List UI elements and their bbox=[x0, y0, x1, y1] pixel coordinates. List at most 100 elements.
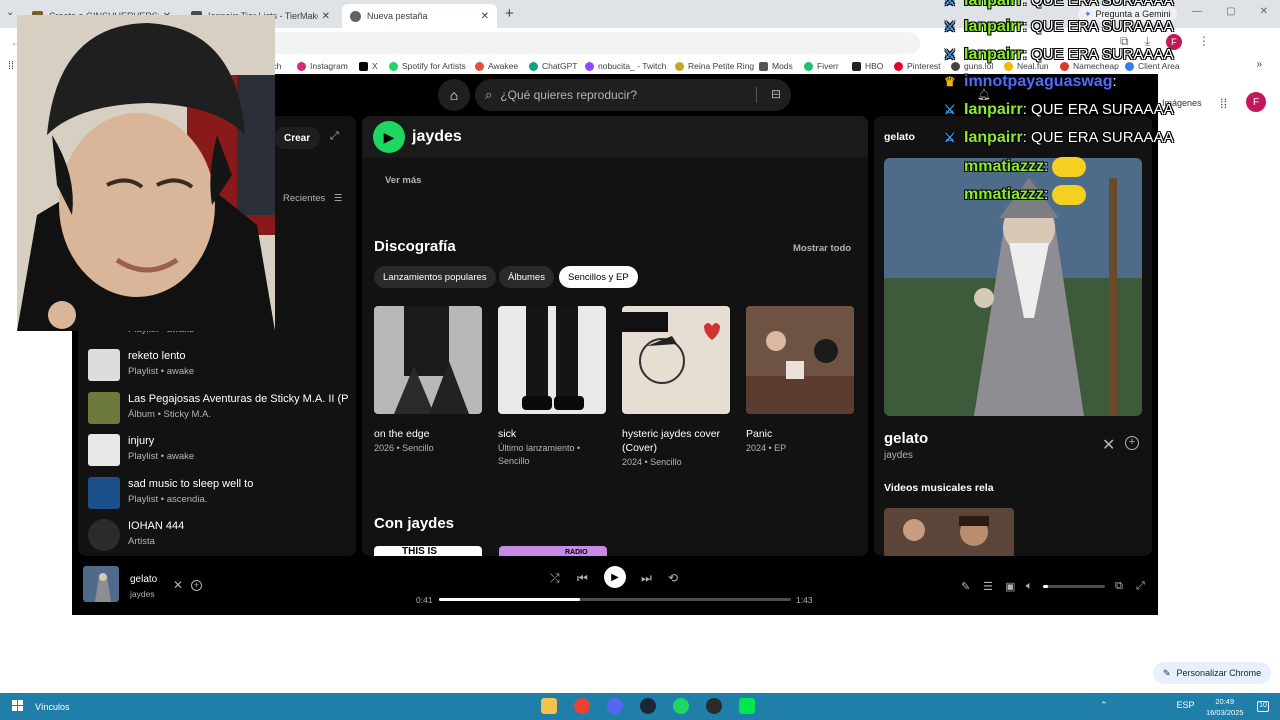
home-button[interactable]: ⌂ bbox=[438, 79, 470, 111]
play-pause-button[interactable]: ▶ bbox=[604, 566, 626, 588]
release-card[interactable]: on the edge 2026 • Sencillo bbox=[374, 306, 484, 455]
more-bookmarks-icon[interactable]: » bbox=[1256, 59, 1262, 70]
chat-username: Ianpairr bbox=[964, 46, 1023, 63]
list-item-sub: Playlist • awake bbox=[128, 366, 195, 377]
new-tab-button[interactable]: + bbox=[505, 5, 514, 22]
next-icon[interactable]: ⏭︎ bbox=[641, 571, 652, 586]
windows-start-icon[interactable] bbox=[12, 700, 24, 712]
search-bar[interactable]: ⌕ ¿Qué quieres reproducir? ⊟ bbox=[475, 79, 791, 111]
recents-sort[interactable]: Recientes ☰ bbox=[283, 193, 342, 204]
player-cover[interactable] bbox=[83, 566, 119, 602]
now-playing-artist[interactable]: jaydes bbox=[884, 450, 913, 461]
bookmark-mods[interactable]: Mods bbox=[759, 61, 793, 71]
play-button[interactable]: ▶ bbox=[373, 121, 405, 153]
chat-username: mmatiazzz bbox=[964, 158, 1045, 176]
shuffle-icon[interactable]: ⤮ bbox=[550, 571, 560, 586]
bookmark-hbo[interactable]: HBO bbox=[852, 61, 883, 71]
bookmark-awakee[interactable]: Awakee bbox=[475, 61, 518, 71]
list-item[interactable]: IOHAN 444 Artista bbox=[88, 519, 348, 553]
chip-popular-releases[interactable]: Lanzamientos populares bbox=[374, 266, 496, 288]
create-button[interactable]: Crear bbox=[274, 127, 321, 149]
previous-icon[interactable]: ⏮︎ bbox=[577, 571, 588, 586]
menu-icon[interactable]: ⋮ bbox=[1198, 34, 1210, 50]
queue-icon[interactable]: ☰ bbox=[983, 580, 993, 593]
green-app-icon[interactable] bbox=[739, 698, 755, 714]
player-cover-image bbox=[83, 566, 119, 602]
bookmark-spotify-for-artists[interactable]: Spotify for Artists bbox=[389, 61, 466, 71]
expand-icon[interactable]: ⤢ bbox=[330, 130, 339, 143]
steam-icon[interactable] bbox=[640, 698, 656, 714]
user-avatar[interactable]: F bbox=[1246, 92, 1266, 112]
list-item[interactable]: reketo lento Playlist • awake bbox=[88, 349, 348, 383]
lyrics-icon[interactable]: ✎ bbox=[961, 580, 970, 593]
bookmark-fiverr[interactable]: Fiverr bbox=[804, 61, 839, 71]
tray-expand-icon[interactable]: ⌃ bbox=[1100, 700, 1108, 711]
apps-grid-icon[interactable]: ⁞⁞ bbox=[1220, 96, 1227, 111]
chat-message: ⚔ Ianpairr: QUE ERA SURAAAA bbox=[944, 46, 1174, 63]
add-icon[interactable]: + bbox=[191, 580, 202, 591]
list-item-sub: Playlist • awake bbox=[128, 451, 195, 462]
tab-nueva-pestana[interactable]: Nueva pestaña ✕ bbox=[342, 4, 497, 28]
apps-grid-icon[interactable]: ⁞⁞ bbox=[8, 60, 14, 72]
close-window-icon[interactable]: ✕ bbox=[1260, 6, 1268, 17]
list-item[interactable]: sad music to sleep well to Playlist • as… bbox=[88, 477, 348, 511]
player-title[interactable]: gelato bbox=[130, 574, 157, 585]
clock[interactable]: 20:49 16/03/2025 bbox=[1206, 696, 1244, 718]
bookmark-chatgpt[interactable]: ChatGPT bbox=[529, 61, 577, 71]
bookmark-x[interactable]: X bbox=[359, 61, 378, 71]
taskbar: Vínculos ⌃ ESP 20:49 16/03/2025 10 bbox=[0, 693, 1280, 720]
file-explorer-icon[interactable] bbox=[541, 698, 557, 714]
lang-indicator[interactable]: ESP bbox=[1177, 700, 1195, 711]
show-all-link[interactable]: Mostrar todo bbox=[793, 243, 851, 254]
bookmark-label: Mods bbox=[772, 61, 793, 71]
bookmark-instagram[interactable]: Instagram bbox=[297, 61, 348, 71]
now-playing-title[interactable]: gelato bbox=[884, 430, 928, 447]
spotify-icon[interactable] bbox=[673, 698, 689, 714]
devices-icon[interactable]: ▣ bbox=[1005, 580, 1015, 593]
chip-singles-ep[interactable]: Sencillos y EP bbox=[559, 266, 638, 288]
chrome-icon[interactable] bbox=[574, 698, 590, 714]
this-is-card[interactable]: THIS IS bbox=[374, 546, 482, 556]
bookmark-pinterest[interactable]: Pinterest bbox=[894, 61, 941, 71]
close-icon[interactable]: ✕ bbox=[322, 11, 330, 22]
fullscreen-icon[interactable]: ⤢ bbox=[1136, 580, 1145, 593]
bookmark-nobucita-twitch[interactable]: nobucita_ - Twitch bbox=[585, 61, 666, 71]
release-meta: Último lanzamiento • Sencillo bbox=[498, 443, 581, 466]
notification-badge[interactable]: 10 bbox=[1257, 701, 1269, 712]
list-item[interactable]: Las Pegajosas Aventuras de Sticky M.A. I… bbox=[88, 392, 348, 426]
video-thumbnail[interactable] bbox=[884, 508, 1014, 556]
obs-icon[interactable] bbox=[706, 698, 722, 714]
list-item[interactable]: injury Playlist • awake bbox=[88, 434, 348, 468]
close-icon[interactable]: ✕ bbox=[481, 11, 489, 22]
now-playing-header: gelato bbox=[884, 131, 915, 143]
minimize-icon[interactable]: — bbox=[1192, 6, 1202, 17]
see-more-link[interactable]: Ver más bbox=[385, 175, 421, 186]
release-card[interactable]: sick Último lanzamiento • Sencillo bbox=[498, 306, 608, 468]
search-input[interactable]: ¿Qué quieres reproducir? bbox=[500, 88, 637, 102]
progress-bar[interactable] bbox=[439, 598, 791, 601]
add-to-library-icon[interactable]: + bbox=[1125, 436, 1139, 450]
volume-slider[interactable] bbox=[1043, 585, 1105, 588]
list-item-title: reketo lento bbox=[128, 350, 186, 362]
tab-search-icon[interactable]: ⌄ bbox=[6, 7, 14, 18]
repeat-icon[interactable]: ⟲ bbox=[668, 571, 678, 585]
volume-icon[interactable]: 🔈︎ bbox=[1026, 580, 1033, 593]
discord-icon[interactable] bbox=[607, 698, 623, 714]
maximize-icon[interactable]: ▢ bbox=[1226, 6, 1235, 17]
chip-albums[interactable]: Álbumes bbox=[499, 266, 554, 288]
bookmark-reina-petite-ring[interactable]: Reina Petite Ring bbox=[675, 61, 754, 71]
player-artist[interactable]: jaydes bbox=[130, 589, 155, 599]
release-card[interactable]: hysteric jaydes cover (Cover) 2024 • Sen… bbox=[622, 306, 732, 469]
bookmark-label: Pinterest bbox=[907, 61, 941, 71]
links-toolbar[interactable]: Vínculos bbox=[35, 702, 70, 712]
customize-chrome-button[interactable]: ✎ Personalizar Chrome bbox=[1153, 662, 1272, 684]
list-item-title: IOHAN 444 bbox=[128, 520, 185, 532]
chat-message: mmatiazzz: bbox=[944, 185, 1087, 205]
miniplayer-icon[interactable]: ⧉ bbox=[1115, 580, 1123, 593]
close-icon[interactable]: ✕ bbox=[1102, 435, 1115, 455]
browse-icon[interactable]: ⊟ bbox=[771, 87, 781, 101]
emote-icon bbox=[1052, 185, 1087, 205]
radio-card[interactable]: RADIO bbox=[499, 546, 607, 556]
release-card[interactable]: Panic 2024 • EP bbox=[746, 306, 856, 455]
close-icon[interactable]: ✕ bbox=[173, 578, 183, 592]
